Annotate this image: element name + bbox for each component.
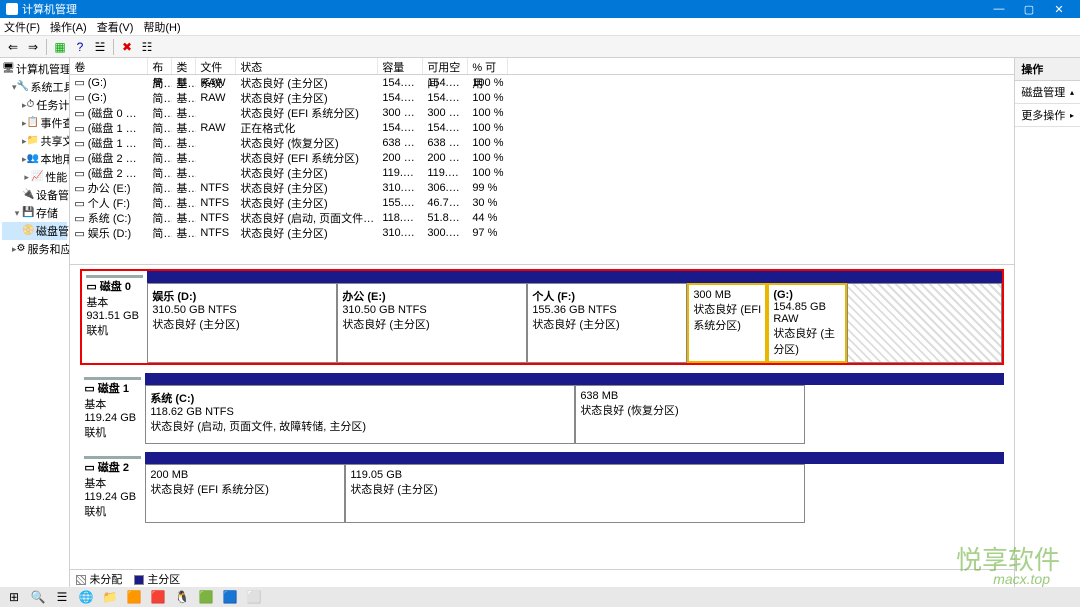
view-button[interactable]: ☷ [138,38,156,56]
partition[interactable]: 办公 (E:)310.50 GB NTFS状态良好 (主分区) [337,283,527,363]
menu-view[interactable]: 查看(V) [97,19,134,35]
tree-task-scheduler[interactable]: ▸⏱任务计划程序 [2,96,67,114]
volume-row[interactable]: ▭ (磁盘 1 磁盘分区 1)简单基本RAW正在格式化154.85 GB154.… [70,120,1014,135]
taskview-icon[interactable]: ☰ [52,589,72,605]
legend: 未分配 主分区 [70,569,1014,587]
tree-system-tools[interactable]: ▾🔧系统工具 [2,78,67,96]
col-filesystem[interactable]: 文件系统 [196,58,236,74]
partition[interactable]: 系统 (C:)118.62 GB NTFS状态良好 (启动, 页面文件, 故障转… [145,385,575,444]
col-pct[interactable]: % 可用 [468,58,508,74]
volume-row[interactable]: ▭ (G:)简单基本RAW状态良好 (主分区)154.85 GB154.85 G… [70,90,1014,105]
volume-row[interactable]: ▭ (磁盘 1 磁盘分区 2)简单基本状态良好 (恢复分区)638 MB638 … [70,135,1014,150]
tree-event-viewer[interactable]: ▸📋事件查看器 [2,114,67,132]
partition[interactable]: (G:)154.85 GB RAW状态良好 (主分区) [767,283,847,363]
tree-shared-folders[interactable]: ▸📁共享文件夹 [2,132,67,150]
back-button[interactable]: ⇐ [4,38,22,56]
properties-button[interactable]: ☱ [91,38,109,56]
menu-file[interactable]: 文件(F) [4,19,40,35]
app-icon[interactable]: 🟩 [196,589,216,605]
partition[interactable] [847,283,1002,363]
title-bar: 计算机管理 — ▢ ✕ [0,0,1080,18]
col-type[interactable]: 类型 [172,58,196,74]
disk-label[interactable]: ▭ 磁盘 1基本119.24 GB联机 [80,373,145,444]
app-icon[interactable]: 🟦 [220,589,240,605]
action-button[interactable]: ✖ [118,38,136,56]
maximize-button[interactable]: ▢ [1014,3,1044,16]
toolbar: ⇐ ⇒ ▦ ? ☱ ✖ ☷ [0,36,1080,58]
edge-icon[interactable]: 🌐 [76,589,96,605]
tree-services[interactable]: ▸⚙服务和应用程序 [2,240,67,258]
volume-list[interactable]: ▭ (G:)简单基本RAW状态良好 (主分区)154.85 GB154.85 G… [70,75,1014,265]
tree-disk-management[interactable]: 📀磁盘管理 [2,222,67,240]
actions-more[interactable]: 更多操作▸ [1015,104,1080,127]
volume-row[interactable]: ▭ (磁盘 2 磁盘分区 1)简单基本状态良好 (EFI 系统分区)200 MB… [70,150,1014,165]
partition[interactable] [805,385,1000,444]
minimize-button[interactable]: — [984,3,1014,15]
menu-help[interactable]: 帮助(H) [143,19,180,35]
nav-tree: 🖥计算机管理(本地) ▾🔧系统工具 ▸⏱任务计划程序 ▸📋事件查看器 ▸📁共享文… [0,58,70,587]
col-capacity[interactable]: 容量 [378,58,423,74]
disk-label[interactable]: ▭ 磁盘 2基本119.24 GB联机 [80,452,145,523]
disk-block[interactable]: ▭ 磁盘 1基本119.24 GB联机系统 (C:)118.62 GB NTFS… [80,373,1004,444]
tree-device-manager[interactable]: 🔌设备管理器 [2,186,67,204]
app-icon[interactable]: 🟥 [148,589,168,605]
refresh-button[interactable]: ▦ [51,38,69,56]
tree-root[interactable]: 🖥计算机管理(本地) [2,60,67,78]
taskbar: ⊞ 🔍 ☰ 🌐 📁 🟧 🟥 🐧 🟩 🟦 ⬜ [0,587,1080,607]
app-icon[interactable]: 🟧 [124,589,144,605]
partition[interactable]: 638 MB状态良好 (恢复分区) [575,385,805,444]
volume-row[interactable]: ▭ 办公 (E:)简单基本NTFS状态良好 (主分区)310.50 GB306.… [70,180,1014,195]
volume-row[interactable]: ▭ 个人 (F:)简单基本NTFS状态良好 (主分区)155.36 GB46.7… [70,195,1014,210]
menu-bar: 文件(F) 操作(A) 查看(V) 帮助(H) [0,18,1080,36]
disk-graphical-view[interactable]: ▭ 磁盘 0基本931.51 GB联机娱乐 (D:)310.50 GB NTFS… [70,265,1014,569]
tree-storage[interactable]: ▾💾存储 [2,204,67,222]
partition[interactable]: 娱乐 (D:)310.50 GB NTFS状态良好 (主分区) [147,283,337,363]
partition[interactable]: 119.05 GB状态良好 (主分区) [345,464,805,523]
partition[interactable]: 300 MB状态良好 (EFI 系统分区) [687,283,767,363]
partition[interactable]: 个人 (F:)155.36 GB NTFS状态良好 (主分区) [527,283,687,363]
disk-block[interactable]: ▭ 磁盘 2基本119.24 GB联机200 MB状态良好 (EFI 系统分区)… [80,452,1004,523]
app-icon[interactable]: 🐧 [172,589,192,605]
volume-row[interactable]: ▭ (磁盘 2 磁盘分区 2)简单基本状态良好 (主分区)119.05 GB11… [70,165,1014,180]
window-title: 计算机管理 [22,1,984,17]
start-button[interactable]: ⊞ [4,589,24,605]
forward-button[interactable]: ⇒ [24,38,42,56]
volume-list-header: 卷 布局 类型 文件系统 状态 容量 可用空间 % 可用 [70,58,1014,75]
toolbar-separator [113,39,114,55]
explorer-icon[interactable]: 📁 [100,589,120,605]
app-icon[interactable]: ⬜ [244,589,264,605]
disk-label[interactable]: ▭ 磁盘 0基本931.51 GB联机 [82,271,147,363]
partition[interactable] [805,464,1000,523]
col-layout[interactable]: 布局 [148,58,172,74]
actions-header: 操作 [1015,58,1080,81]
close-button[interactable]: ✕ [1044,3,1074,16]
toolbar-separator [46,39,47,55]
menu-action[interactable]: 操作(A) [50,19,87,35]
col-free[interactable]: 可用空间 [423,58,468,74]
actions-disk-management[interactable]: 磁盘管理▴ [1015,81,1080,104]
help-button[interactable]: ? [71,38,89,56]
actions-pane: 操作 磁盘管理▴ 更多操作▸ [1014,58,1080,587]
tree-local-users[interactable]: ▸👥本地用户和组 [2,150,67,168]
app-icon [6,3,18,15]
disk-block[interactable]: ▭ 磁盘 0基本931.51 GB联机娱乐 (D:)310.50 GB NTFS… [80,269,1004,365]
col-status[interactable]: 状态 [236,58,378,74]
legend-primary: 主分区 [134,571,180,587]
tree-performance[interactable]: ▸📈性能 [2,168,67,186]
volume-row[interactable]: ▭ (磁盘 0 磁盘分区 4)简单基本状态良好 (EFI 系统分区)300 MB… [70,105,1014,120]
volume-row[interactable]: ▭ 系统 (C:)简单基本NTFS状态良好 (启动, 页面文件, 故障转储, 主… [70,210,1014,225]
volume-row[interactable]: ▭ 娱乐 (D:)简单基本NTFS状态良好 (主分区)310.50 GB300.… [70,225,1014,240]
partition[interactable]: 200 MB状态良好 (EFI 系统分区) [145,464,345,523]
col-volume[interactable]: 卷 [70,58,148,74]
legend-unallocated: 未分配 [76,571,122,587]
search-icon[interactable]: 🔍 [28,589,48,605]
